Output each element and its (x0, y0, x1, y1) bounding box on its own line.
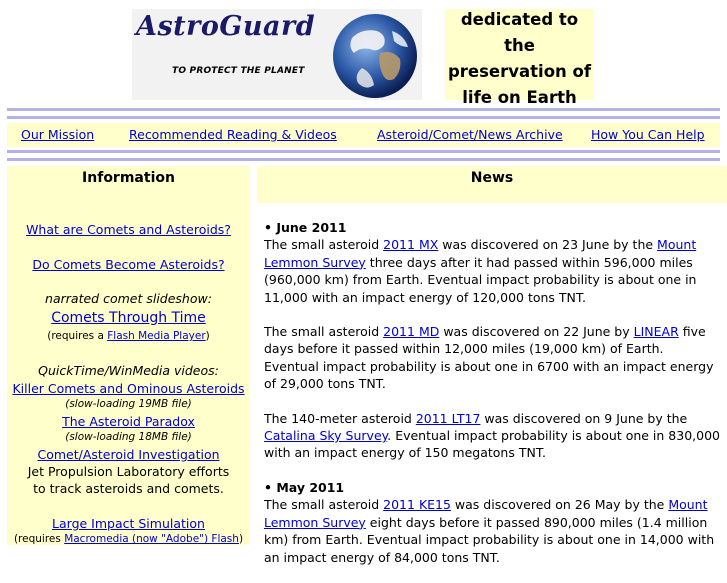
news-content: • June 2011 The small asteroid 2011 MX w… (264, 219, 722, 583)
sim-requires-close: ) (238, 533, 244, 545)
video1-note: (slow-loading 19MB file) (65, 398, 192, 410)
link-2011-md[interactable]: 2011 MD (383, 324, 439, 339)
link-what-are-comets[interactable]: What are Comets and Asteroids? (26, 222, 231, 237)
news-text: was discovered on 26 May by the (450, 497, 669, 513)
video2-note: (slow-loading 18MB file) (65, 431, 192, 443)
link-video-asteroid-paradox[interactable]: The Asteroid Paradox (62, 414, 195, 429)
sim-requirement: (requires Macromedia (now "Adobe") Flash… (7, 533, 250, 545)
logo-title: AstroGuard (136, 11, 316, 42)
month-heading-may: • May 2011 (264, 479, 345, 495)
slideshow-label: narrated comet slideshow: (45, 291, 212, 306)
column-divider (250, 203, 257, 545)
logo-tagline: TO PROTECT THE PLANET (172, 66, 305, 76)
jpl-text-line2: to track asteroids and comets. (33, 481, 224, 496)
divider (7, 158, 720, 161)
nav-link-help[interactable]: How You Can Help (591, 127, 705, 142)
link-video-killer-comets[interactable]: Killer Comets and Ominous Asteroids (12, 381, 244, 396)
sidebar: What are Comets and Asteroids? Do Comets… (7, 203, 250, 545)
divider (7, 116, 720, 119)
news-text: The small asteroid (264, 497, 384, 513)
flash-requirement: (requires a Flash Media Player) (7, 330, 250, 342)
nav-link-mission[interactable]: Our Mission (21, 127, 94, 142)
news-item: The small asteroid 2011 MD was discovere… (264, 323, 722, 393)
nav-link-archive[interactable]: Asteroid/Comet/News Archive (377, 127, 563, 142)
link-2011-ke15[interactable]: 2011 KE15 (383, 497, 451, 512)
link-comets-become-asteroids[interactable]: Do Comets Become Asteroids? (32, 257, 224, 272)
news-item: The small asteroid 2011 KE15 was discove… (264, 496, 722, 566)
dedication-line: preservation of (447, 62, 592, 81)
news-item: The 140-meter asteroid 2011 LT17 was dis… (264, 410, 722, 462)
divider (7, 150, 720, 153)
dedication-banner: dedicated to the preservation of life on… (445, 9, 594, 107)
dedication-line: dedicated to the (460, 10, 579, 55)
news-heading: News (257, 166, 727, 203)
nav-bar: Our Mission Recommended Reading & Videos… (7, 123, 720, 147)
jpl-text-line1: Jet Propulsion Laboratory efforts (27, 464, 230, 479)
nav-link-reading[interactable]: Recommended Reading & Videos (129, 127, 337, 142)
link-linear[interactable]: LINEAR (634, 324, 679, 339)
requires-close: ) (205, 330, 210, 342)
month-heading-june: • June 2011 (264, 220, 347, 235)
link-flash-player[interactable]: Flash Media Player (107, 330, 205, 342)
link-2011-lt17[interactable]: 2011 LT17 (416, 411, 481, 426)
news-text: The small asteroid (264, 237, 384, 253)
link-macromedia-flash[interactable]: Macromedia (now "Adobe") Flash (64, 533, 239, 545)
news-text: was discovered on 22 June by (439, 324, 634, 340)
logo: AstroGuard TO PROTECT THE PLANET (132, 9, 422, 100)
news-text: was discovered on 23 June by the (438, 237, 658, 253)
earth-globe-icon (333, 14, 417, 98)
divider (7, 108, 720, 111)
news-text: The small asteroid (264, 324, 384, 340)
link-video-investigation[interactable]: Comet/Asteroid Investigation (37, 447, 219, 462)
link-impact-simulation[interactable]: Large Impact Simulation (52, 516, 205, 531)
information-heading: Information (7, 166, 250, 203)
link-catalina-sky-survey[interactable]: Catalina Sky Survey (264, 428, 387, 443)
news-text: was discovered on 9 June by the (480, 410, 688, 426)
videos-label: QuickTime/WinMedia videos: (38, 363, 219, 378)
link-comets-through-time[interactable]: Comets Through Time (51, 310, 206, 326)
requires-text: (requires a (47, 330, 108, 342)
news-item: The small asteroid 2011 MX was discovere… (264, 236, 722, 306)
link-2011-mx[interactable]: 2011 MX (383, 237, 438, 252)
sim-requires-text: (requires (13, 533, 65, 545)
news-text: The 140-meter asteroid (264, 410, 416, 426)
